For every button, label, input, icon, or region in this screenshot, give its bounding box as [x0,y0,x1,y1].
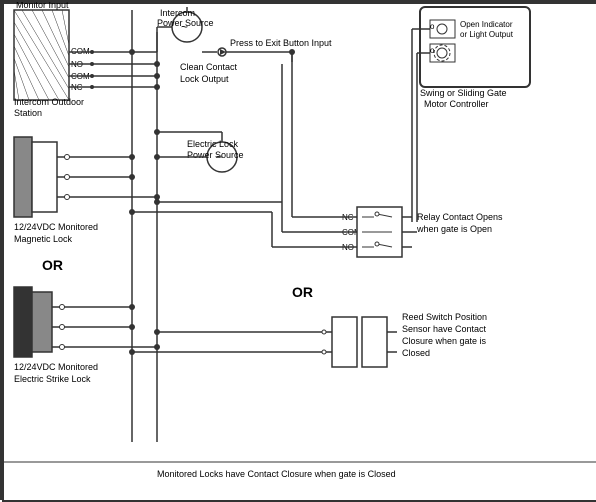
svg-text:12/24VDC Monitored: 12/24VDC Monitored [14,222,98,232]
svg-text:Closed: Closed [402,348,430,358]
svg-text:Clean Contact: Clean Contact [180,62,238,72]
svg-text:Intercom: Intercom [160,8,195,18]
svg-text:Monitored Locks have Contact C: Monitored Locks have Contact Closure whe… [157,469,396,479]
svg-text:Station: Station [14,108,42,118]
svg-text:when gate is Open: when gate is Open [416,224,492,234]
svg-text:Lock Output: Lock Output [180,74,229,84]
svg-text:Reed Switch Position: Reed Switch Position [402,312,487,322]
svg-text:Closure when gate is: Closure when gate is [402,336,487,346]
svg-text:Magnetic Lock: Magnetic Lock [14,234,73,244]
intercom-outdoor-label: Intercom Outdoor [14,97,84,107]
svg-text:Sensor have Contact: Sensor have Contact [402,324,487,334]
svg-text:Electric Lock: Electric Lock [187,139,239,149]
svg-text:12/24VDC Monitored: 12/24VDC Monitored [14,362,98,372]
svg-text:o: o [430,46,435,55]
svg-text:o: o [430,22,435,31]
svg-text:OR: OR [292,284,313,300]
svg-text:Press to Exit Button Input: Press to Exit Button Input [230,38,332,48]
svg-text:Open Indicator: Open Indicator [460,20,513,29]
svg-text:Relay Contact Opens: Relay Contact Opens [417,212,503,222]
wiring-diagram: Monitor Input COM NO COM NC Intercom Out… [0,0,596,500]
svg-text:or Light Output: or Light Output [460,30,514,39]
svg-text:OR: OR [42,257,63,273]
svg-text:Power Source: Power Source [187,150,244,160]
monitor-input-label: Monitor Input [16,2,69,10]
svg-text:Swing or Sliding Gate: Swing or Sliding Gate [420,88,507,98]
svg-text:Motor Controller: Motor Controller [424,99,489,109]
svg-text:Electric Strike Lock: Electric Strike Lock [14,374,91,384]
